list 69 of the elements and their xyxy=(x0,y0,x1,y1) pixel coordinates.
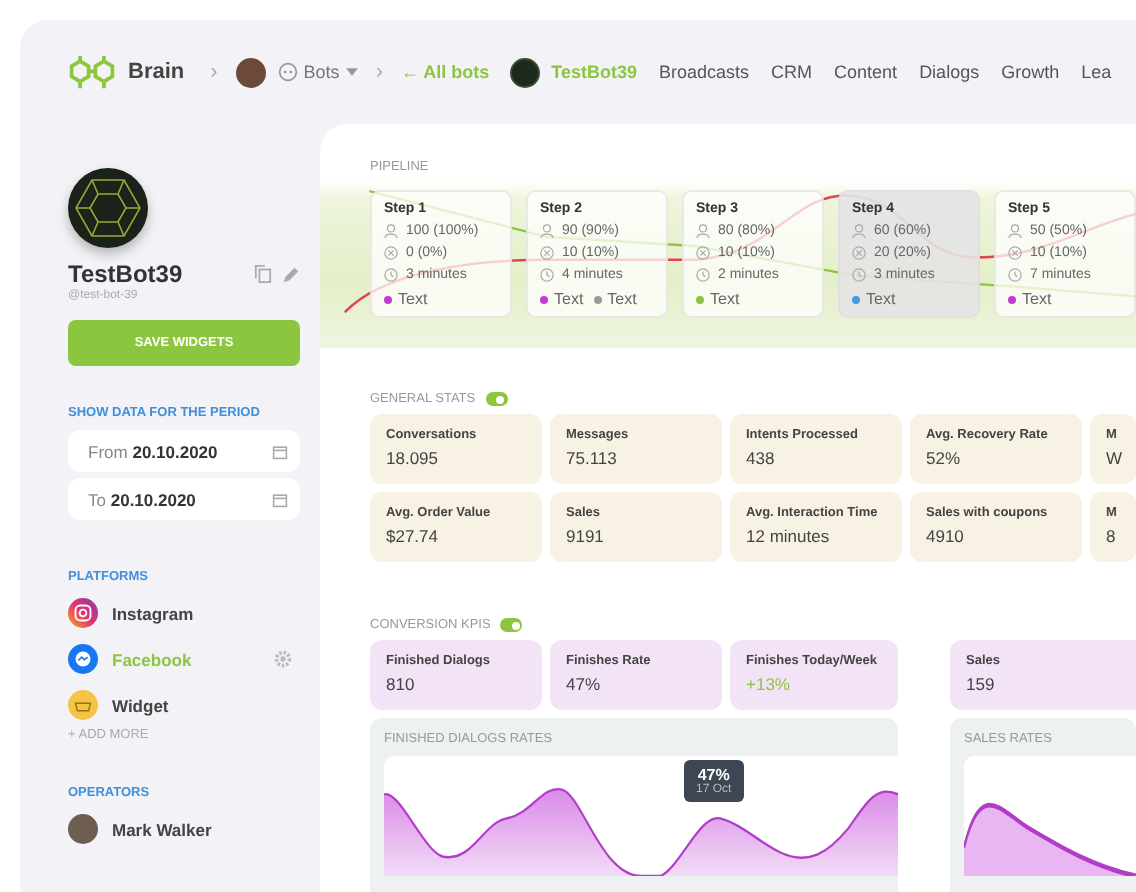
brand-name[interactable]: Brain xyxy=(128,60,185,84)
operator-name[interactable]: Mark Walker xyxy=(112,819,212,839)
stat-value: $27.74 xyxy=(386,526,440,546)
nav-tab[interactable]: Dialogs xyxy=(919,62,980,82)
user-icon xyxy=(384,224,398,238)
cancel-icon xyxy=(852,246,866,260)
toggle-switch[interactable] xyxy=(500,618,523,632)
instagram-icon xyxy=(68,598,98,628)
clock-icon xyxy=(852,268,866,282)
bot-name: TestBot39 xyxy=(68,260,185,288)
tag-label: Text xyxy=(1022,290,1052,308)
bot-avatar xyxy=(509,57,540,87)
kpi-value: +13% xyxy=(746,674,792,694)
stat-value: 75.113 xyxy=(566,448,619,468)
kpi-value: 47% xyxy=(566,674,603,694)
calendar-icon[interactable] xyxy=(272,443,288,459)
messenger-icon xyxy=(68,644,98,674)
tag-label: Text xyxy=(398,290,428,308)
breadcrumb-separator: › xyxy=(375,60,383,84)
cancel-icon xyxy=(696,246,710,260)
cancel-icon xyxy=(384,246,398,260)
tooltip-value: 47% xyxy=(696,766,730,784)
user-avatar[interactable] xyxy=(235,57,266,87)
tag-label: Text xyxy=(554,290,584,308)
stat-value: 4910 xyxy=(926,526,966,546)
logo-icon xyxy=(68,55,116,89)
clock-icon xyxy=(384,268,398,282)
clock-icon xyxy=(1008,268,1022,282)
user-icon xyxy=(852,224,866,238)
toggle-switch[interactable] xyxy=(485,392,508,406)
stat-value: 18.095 xyxy=(386,448,440,468)
stat-value: W xyxy=(1106,448,1125,468)
bot-avatar xyxy=(68,168,148,248)
nav-tab[interactable]: CRM xyxy=(771,62,813,82)
kpi-value: 810 xyxy=(386,674,417,694)
nav-tab[interactable]: Lea xyxy=(1081,62,1112,82)
cancel-icon xyxy=(1008,246,1022,260)
user-icon xyxy=(540,224,554,238)
tag-label: Text xyxy=(710,290,740,308)
stat-value: 438 xyxy=(746,448,777,468)
tag-label: Text xyxy=(866,290,896,308)
clock-icon xyxy=(540,268,554,282)
nav-tab[interactable]: Broadcasts xyxy=(659,62,750,82)
nav-tab[interactable]: Growth xyxy=(1001,62,1060,82)
settings-icon[interactable] xyxy=(274,650,292,668)
stat-value: 8 xyxy=(1106,526,1118,546)
stat-value: 12 minutes xyxy=(746,526,832,546)
bot-icon xyxy=(277,62,298,82)
widget-icon xyxy=(68,690,98,720)
user-icon xyxy=(696,224,710,238)
date-field[interactable]: From 20.10.2020 xyxy=(68,430,300,472)
kpi-value: 159 xyxy=(966,674,997,694)
breadcrumb-separator: › xyxy=(210,60,218,84)
user-icon xyxy=(1008,224,1022,238)
caret-icon xyxy=(345,68,358,76)
platform-item[interactable]: Widget xyxy=(112,695,169,715)
stat-value: 52% xyxy=(926,448,963,468)
pencil-icon[interactable] xyxy=(282,265,300,283)
cancel-icon xyxy=(540,246,554,260)
stat-value: 9191 xyxy=(566,526,606,546)
operator-avatar xyxy=(68,814,98,844)
date-field[interactable]: To 20.10.2020 xyxy=(68,478,300,520)
tag-label: Text xyxy=(607,290,637,308)
nav-tab[interactable]: Content xyxy=(834,62,898,82)
calendar-icon[interactable] xyxy=(272,491,288,507)
copy-icon[interactable] xyxy=(254,264,272,284)
clock-icon xyxy=(696,268,710,282)
platform-item[interactable]: Instagram xyxy=(112,603,194,623)
bots-dropdown[interactable]: Bots xyxy=(277,62,358,82)
